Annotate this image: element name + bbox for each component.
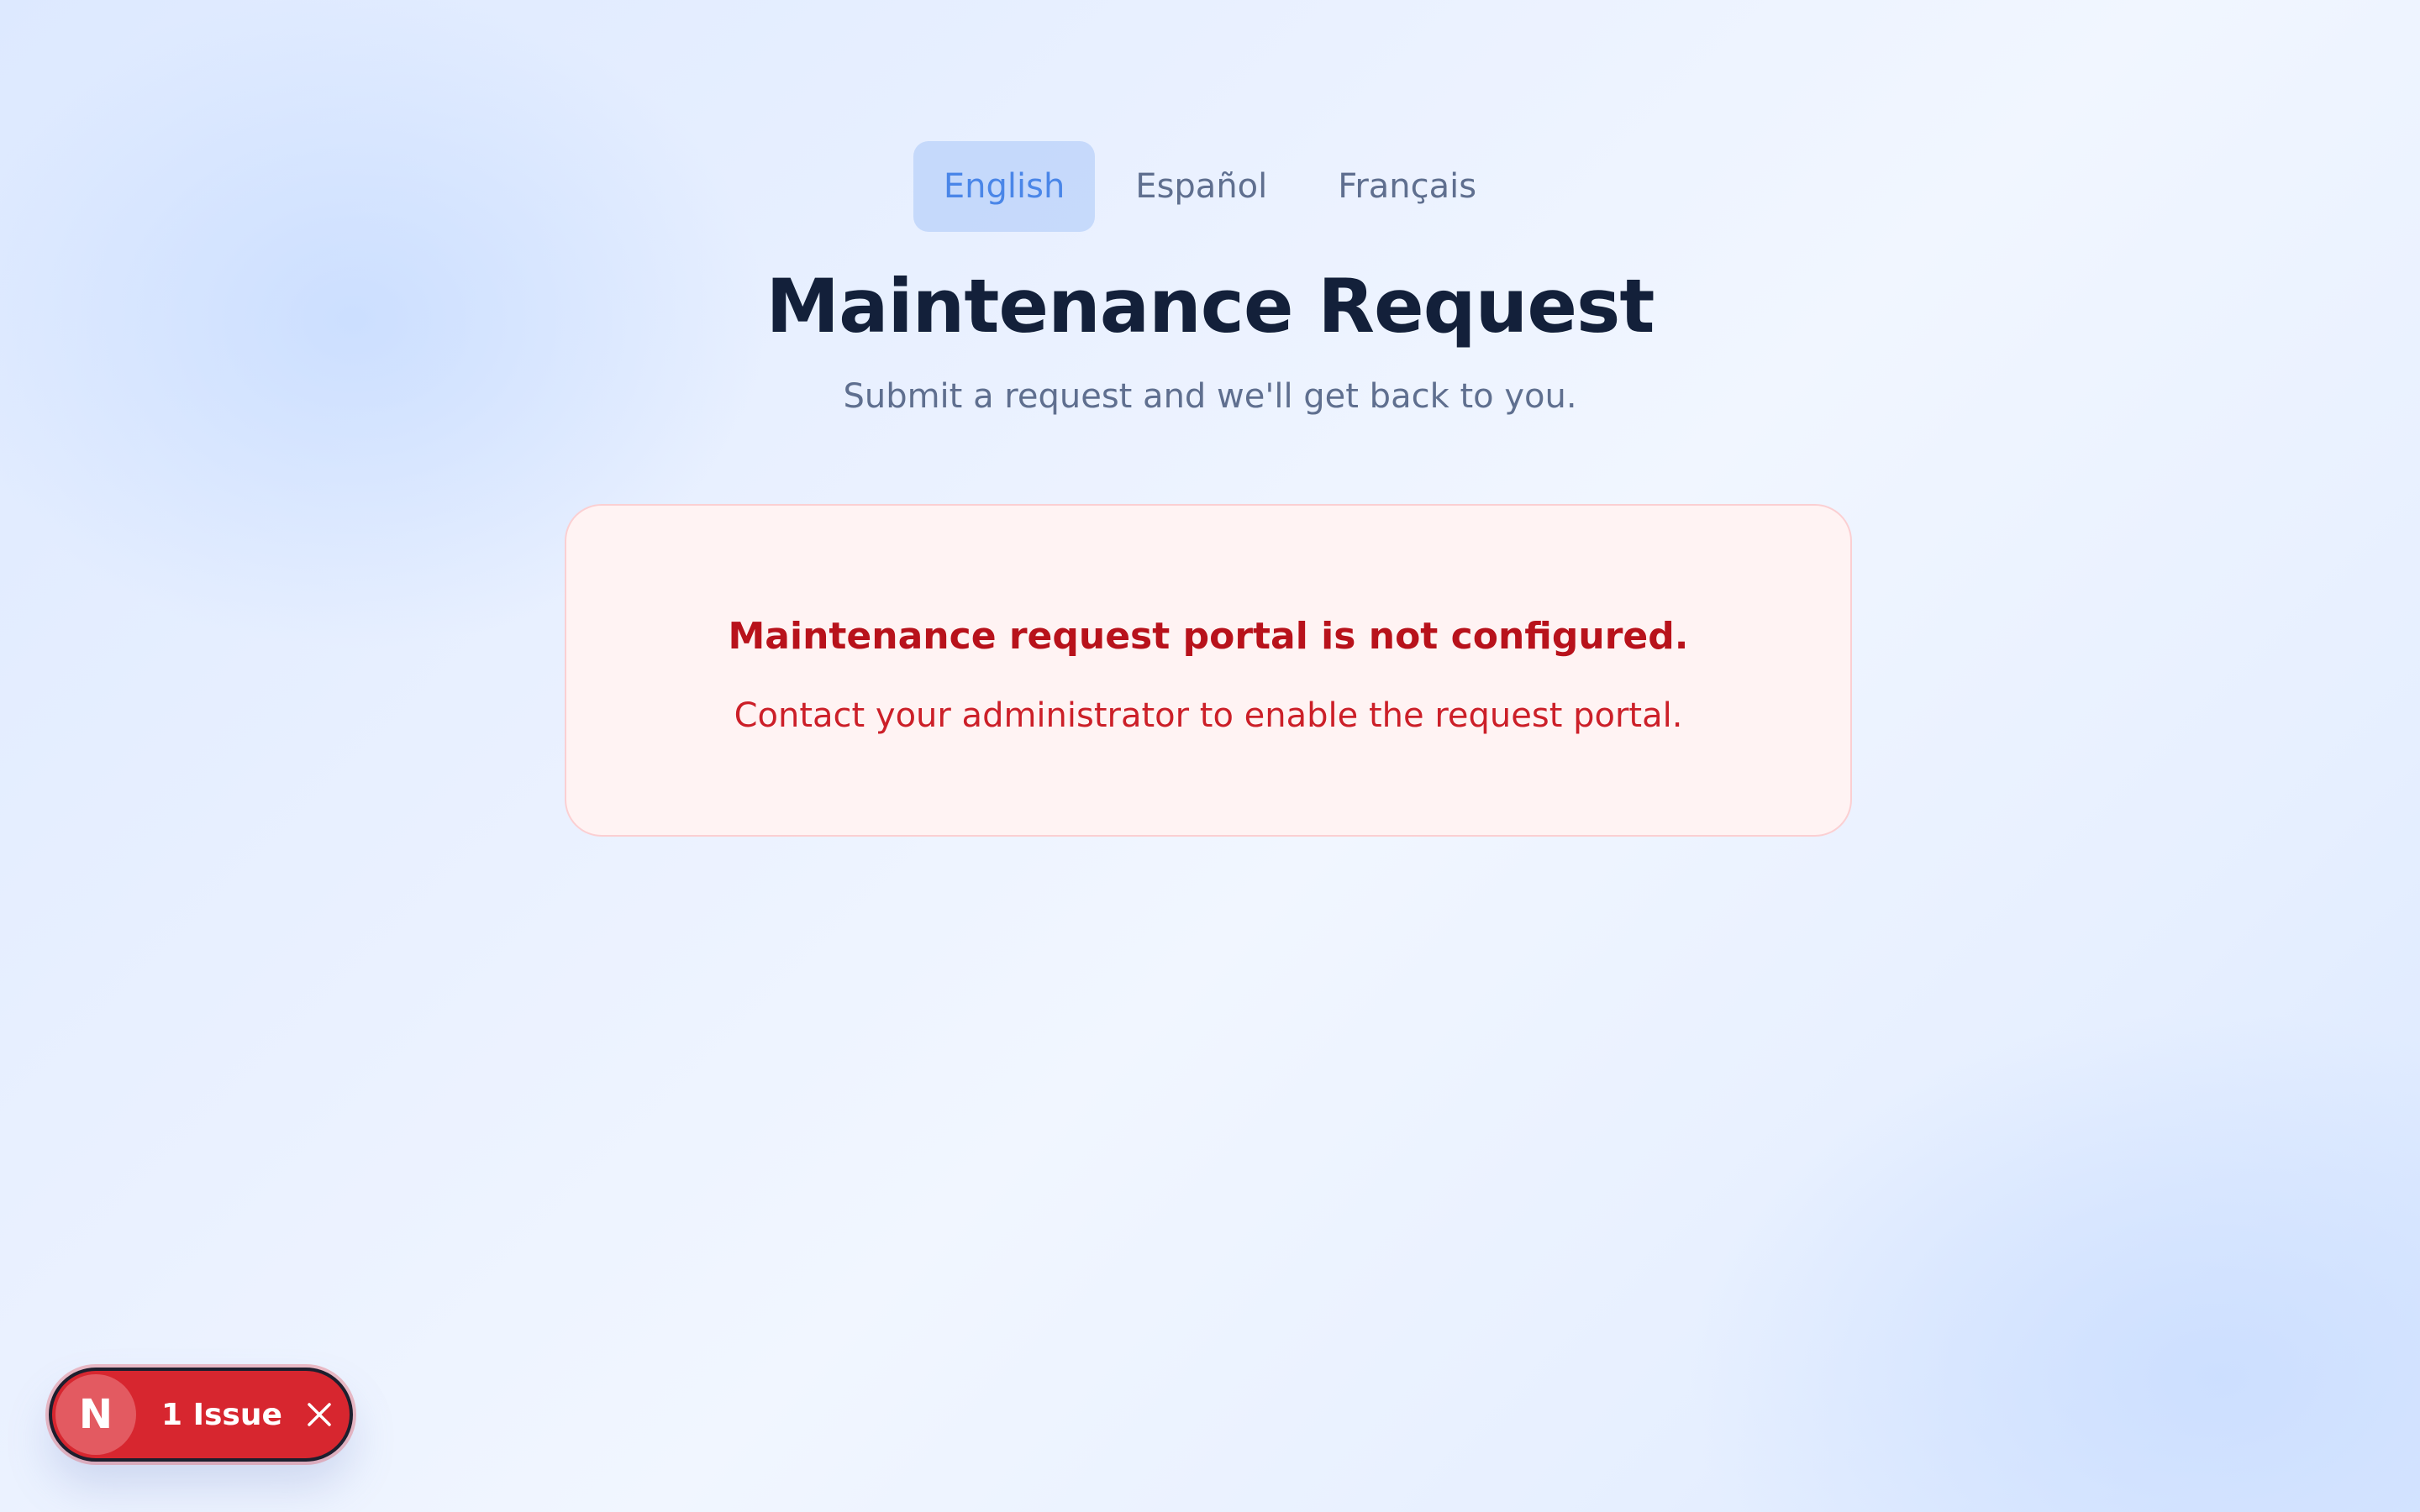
- page-title: Maintenance Request: [765, 263, 1655, 349]
- issues-indicator-button[interactable]: N 1 Issue: [49, 1368, 353, 1462]
- language-tab-espanol[interactable]: Español: [1105, 141, 1297, 232]
- error-card: Maintenance request portal is not config…: [565, 504, 1852, 837]
- error-title: Maintenance request portal is not config…: [728, 615, 1689, 658]
- error-message: Contact your administrator to enable the…: [734, 696, 1683, 735]
- page-subtitle: Submit a request and we'll get back to y…: [843, 377, 1577, 416]
- issue-count-label: 1 Issue: [161, 1397, 282, 1432]
- close-icon[interactable]: [302, 1398, 336, 1431]
- language-tab-english[interactable]: English: [913, 141, 1096, 232]
- nextjs-logo-icon[interactable]: N: [55, 1374, 136, 1455]
- language-tab-francais[interactable]: Français: [1307, 141, 1507, 232]
- language-switcher: English Español Français: [0, 141, 2420, 232]
